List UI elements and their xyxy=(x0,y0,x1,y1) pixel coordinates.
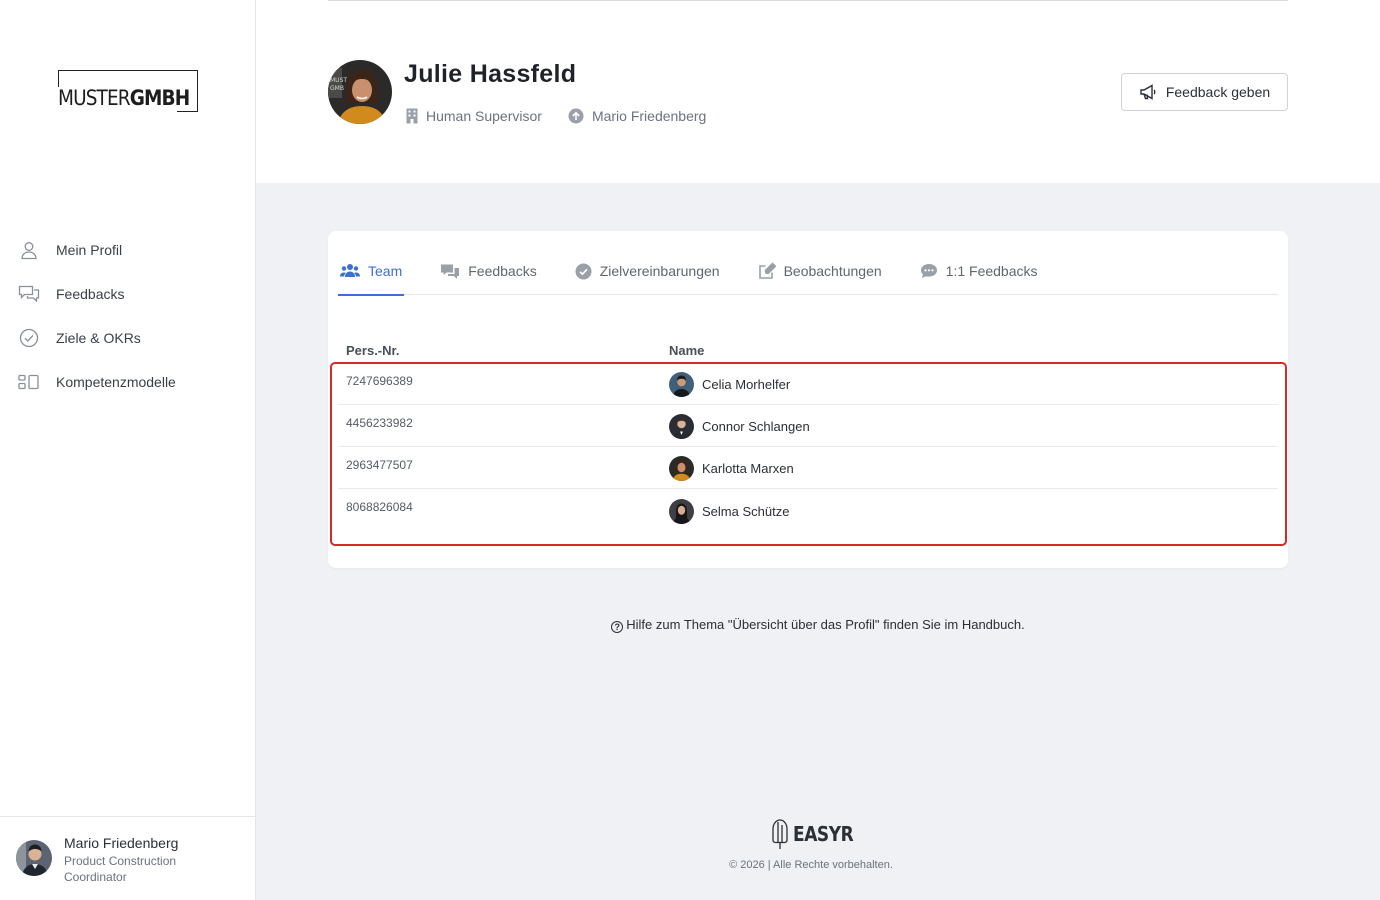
avatar xyxy=(669,414,694,439)
member-name-cell: Karlotta Marxen xyxy=(669,447,1278,488)
tab-beobachtungen[interactable]: Beobachtungen xyxy=(756,247,884,295)
member-name: Celia Morhelfer xyxy=(702,377,791,392)
help-text[interactable]: ? Hilfe zum Thema "Übersicht über das Pro… xyxy=(256,617,1380,633)
user-role: Product Construction Coordinator xyxy=(64,854,177,884)
sidebar-item-kompetenzmodelle[interactable]: Kompetenzmodelle xyxy=(0,360,255,404)
column-header-number[interactable]: Pers.-Nr. xyxy=(338,343,669,358)
tab-label: Beobachtungen xyxy=(783,263,882,279)
feedback-give-label: Feedback geben xyxy=(1165,84,1271,100)
sidebar-item-label: Kompetenzmodelle xyxy=(56,374,176,390)
profile-supervisor-text: Mario Friedenberg xyxy=(591,108,707,124)
check-circle-icon xyxy=(575,263,592,279)
sidebar-item-ziele-okrs[interactable]: Ziele & OKRs xyxy=(0,316,255,360)
avatar xyxy=(16,840,52,876)
logo-text-bold: GMBH xyxy=(129,86,190,110)
profile-supervisor[interactable]: Mario Friedenberg xyxy=(568,108,706,124)
comment-dots-icon xyxy=(920,264,937,278)
tab-label: 1:1 Feedbacks xyxy=(945,263,1038,279)
help-text-label: Hilfe zum Thema "Übersicht über das Prof… xyxy=(626,617,1025,632)
member-name-cell: Selma Schütze xyxy=(669,489,1278,531)
member-name-cell: Connor Schlangen xyxy=(669,405,1278,446)
svg-text:MUST: MUST xyxy=(330,77,347,84)
current-user[interactable]: Mario Friedenberg Product Construction C… xyxy=(0,816,255,900)
team-card: Team Feedbacks Zielvereinbarungen Beobac… xyxy=(328,231,1288,568)
users-icon xyxy=(340,264,360,277)
feedback-give-button[interactable]: Feedback geben xyxy=(1121,73,1288,111)
table-row[interactable]: 8068826084 Selma Schütze xyxy=(338,489,1278,531)
logo-text-thin: MUSTER xyxy=(58,86,131,110)
edit-icon xyxy=(758,262,776,279)
footer-logo: EASYR xyxy=(771,818,864,850)
profile-meta: Human Supervisor Mario Friedenberg xyxy=(406,108,732,124)
personnel-number: 2963477507 xyxy=(346,458,413,472)
chat-icon xyxy=(18,283,40,305)
tab-zielvereinbarungen[interactable]: Zielvereinbarungen xyxy=(573,247,722,295)
page-title: Julie Hassfeld xyxy=(404,60,577,88)
personnel-number: 4456233982 xyxy=(346,416,413,430)
team-table: Pers.-Nr. Name 7247696389 Celia Morhelfe… xyxy=(338,339,1278,531)
user-name: Mario Friedenberg xyxy=(64,835,179,851)
sidebar-item-label: Mein Profil xyxy=(56,242,123,258)
comments-icon xyxy=(441,264,460,279)
company-logo[interactable]: MUSTERGMBH xyxy=(58,70,200,112)
logo-text: MUSTERGMBH xyxy=(58,86,190,110)
table-row[interactable]: 2963477507 Karlotta Marxen xyxy=(338,447,1278,489)
table-row[interactable]: 4456233982 Connor Schlangen xyxy=(338,405,1278,447)
sidebar-item-feedbacks[interactable]: Feedbacks xyxy=(0,272,255,316)
tab-1-1-feedbacks[interactable]: 1:1 Feedbacks xyxy=(918,247,1040,295)
sidebar-item-mein-profil[interactable]: Mein Profil xyxy=(0,228,255,272)
copyright: © 2026 | Alle Rechte vorbehalten. xyxy=(729,859,893,871)
member-name-cell: Celia Morhelfer xyxy=(669,363,1278,404)
tab-feedbacks[interactable]: Feedbacks xyxy=(438,247,538,295)
profile-avatar: MUST GMB xyxy=(328,60,392,124)
profile-role-text: Human Supervisor xyxy=(426,108,542,124)
footer-logo-text: EASYR xyxy=(793,822,854,846)
tab-label: Zielvereinbarungen xyxy=(599,263,720,279)
easyr-logo-icon xyxy=(772,819,788,849)
avatar xyxy=(669,372,694,397)
tab-bar: Team Feedbacks Zielvereinbarungen Beobac… xyxy=(338,247,1278,296)
avatar xyxy=(669,456,694,481)
user-icon xyxy=(18,239,40,261)
avatar xyxy=(669,498,694,524)
member-name: Karlotta Marxen xyxy=(702,461,794,476)
tab-label: Team xyxy=(368,263,403,279)
column-header-name[interactable]: Name xyxy=(669,343,1278,358)
check-circle-icon xyxy=(18,327,40,349)
table-row[interactable]: 7247696389 Celia Morhelfer xyxy=(338,363,1278,405)
svg-text:GMB: GMB xyxy=(330,85,344,92)
model-icon xyxy=(18,371,40,393)
table-header: Pers.-Nr. Name xyxy=(338,339,1278,363)
profile-role: Human Supervisor xyxy=(406,108,542,124)
building-icon xyxy=(406,108,418,124)
member-name: Selma Schütze xyxy=(702,503,790,519)
personnel-number: 8068826084 xyxy=(346,500,413,514)
arrow-up-circle-icon xyxy=(568,108,584,124)
member-name: Connor Schlangen xyxy=(702,419,810,434)
question-circle-icon: ? xyxy=(611,621,624,633)
megaphone-icon xyxy=(1140,84,1156,100)
sidebar-nav: Mein Profil Feedbacks Ziele & OKRs Kompe… xyxy=(0,228,255,404)
personnel-number: 7247696389 xyxy=(346,374,413,388)
profile-header: MUST GMB Julie Hassfeld Human Supervisor … xyxy=(256,0,1380,183)
tab-label: Feedbacks xyxy=(468,263,537,279)
sidebar: MUSTERGMBH Mein Profil Feedbacks Ziele &… xyxy=(0,0,256,900)
divider xyxy=(328,0,1288,1)
tab-team[interactable]: Team xyxy=(338,247,405,296)
sidebar-item-label: Ziele & OKRs xyxy=(56,330,141,346)
sidebar-item-label: Feedbacks xyxy=(56,286,125,302)
